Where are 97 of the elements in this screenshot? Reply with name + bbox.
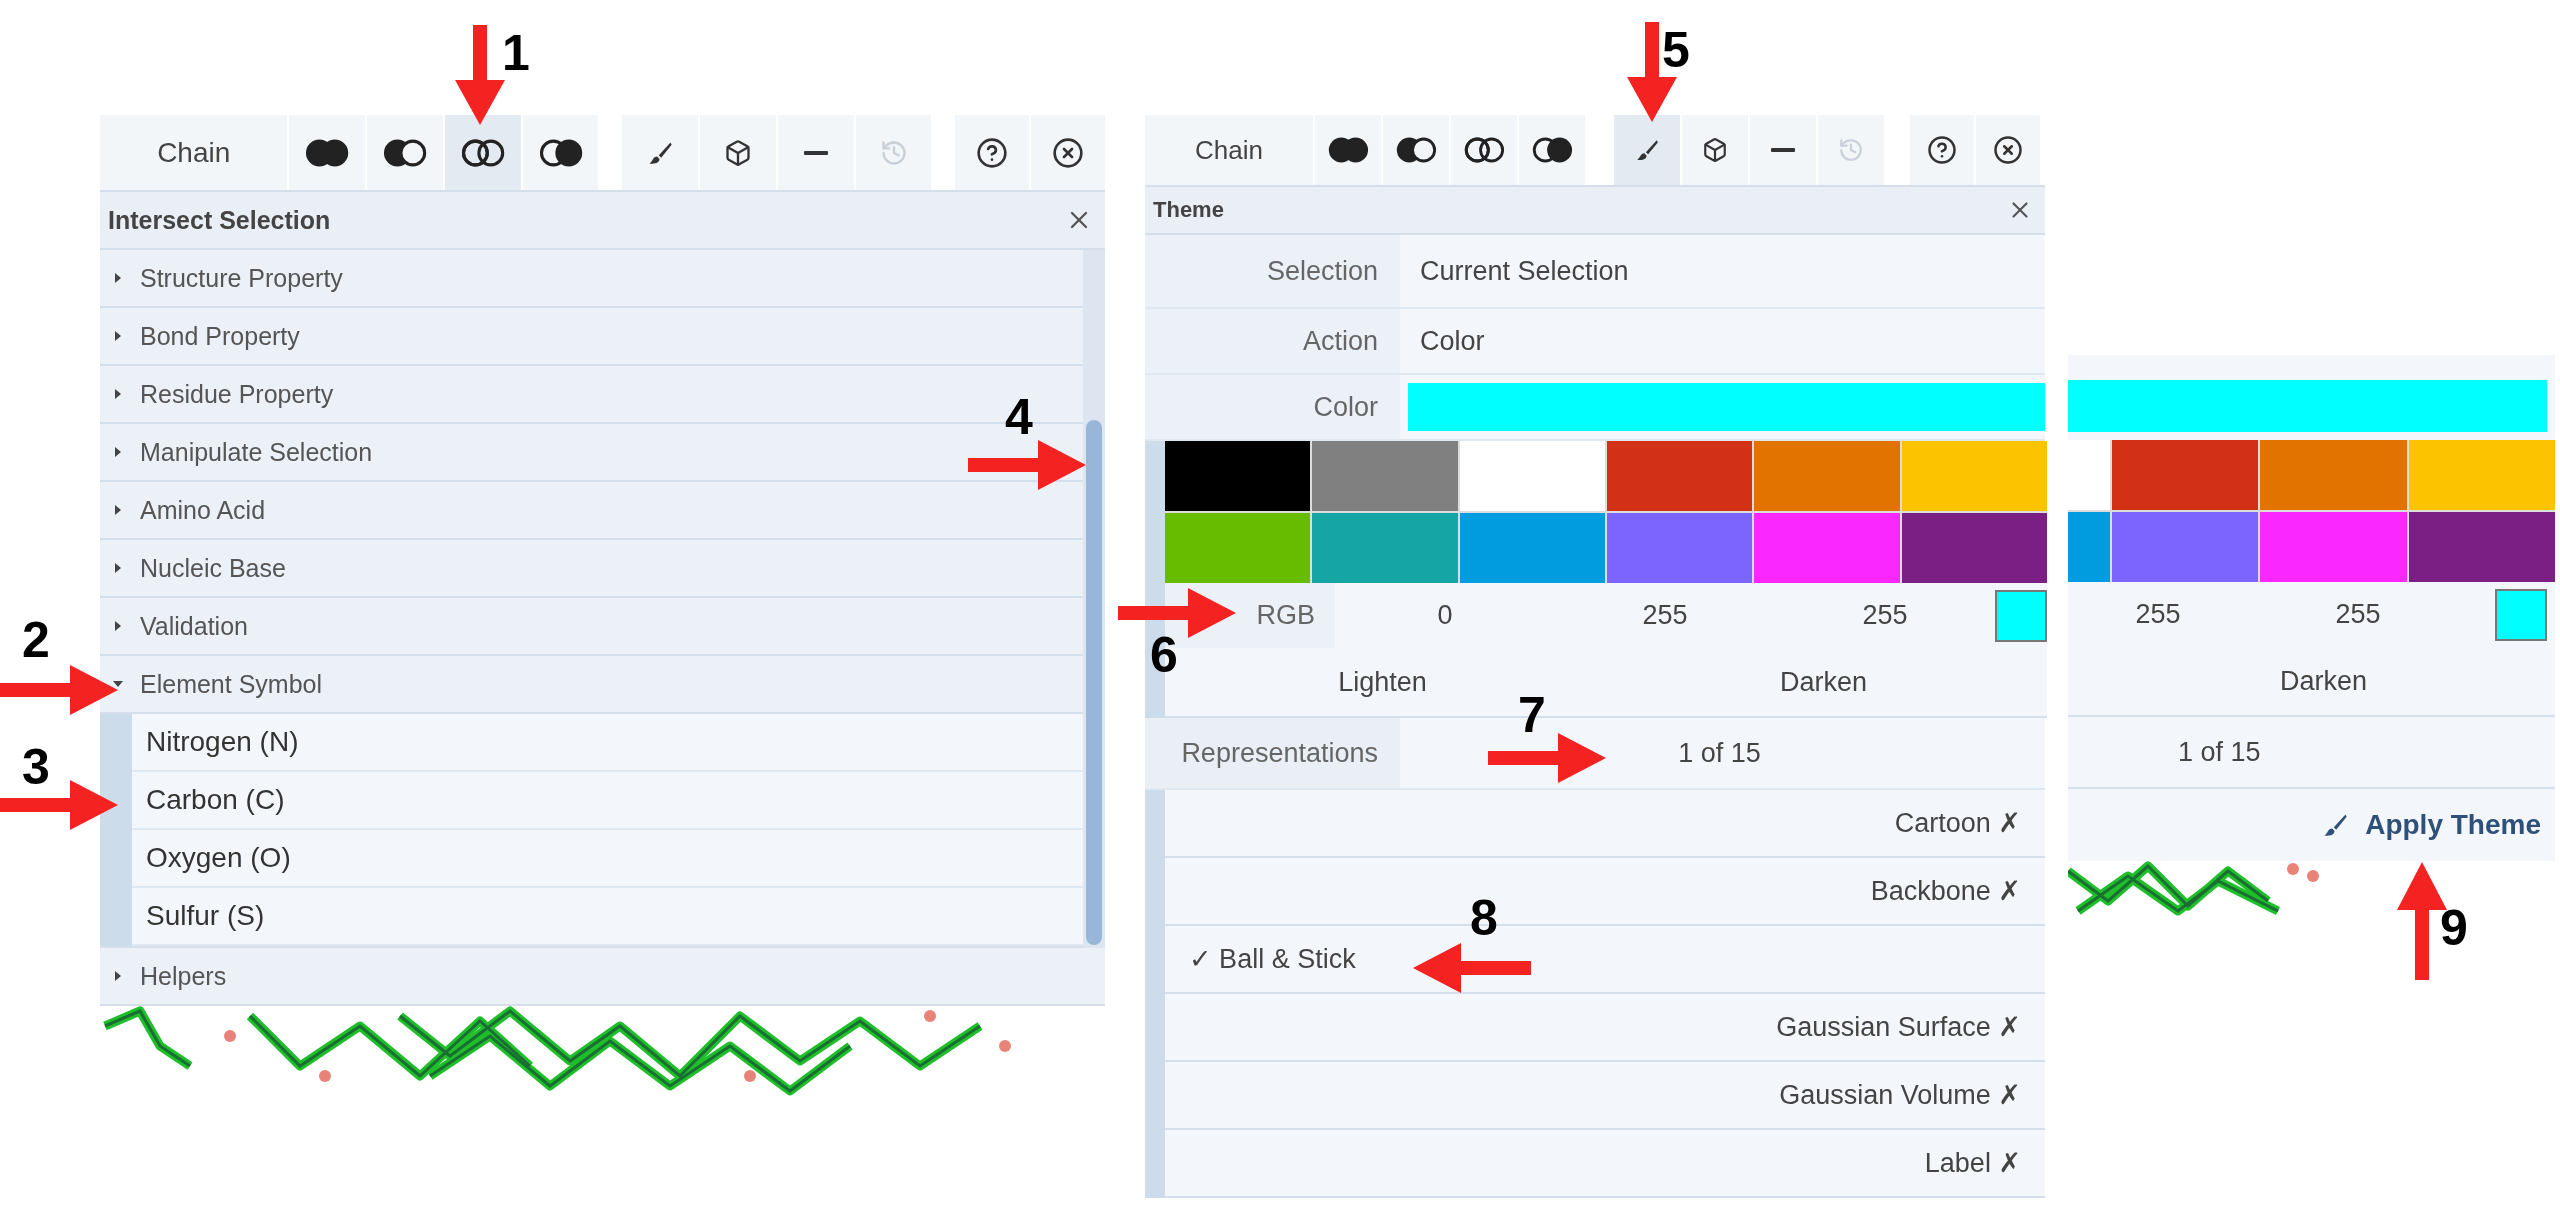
color-swatch[interactable] (1312, 513, 1458, 583)
color-swatch[interactable] (1312, 441, 1458, 511)
element-option[interactable]: Carbon (C) (132, 772, 1083, 830)
color-swatch[interactable] (1165, 441, 1311, 511)
minus-icon (1771, 148, 1795, 152)
field-label: Selection (1145, 235, 1400, 307)
field-label: Representations (1145, 718, 1400, 788)
element-option[interactable]: Oxygen (O) (132, 830, 1083, 888)
category-toggle[interactable]: Bond Property (112, 317, 300, 355)
color-swatch[interactable] (1901, 513, 2047, 583)
selection-mode-button[interactable] (1383, 115, 1449, 185)
history-icon (1838, 137, 1864, 163)
help-icon (1927, 135, 1957, 165)
color-swatch[interactable] (1165, 513, 1311, 583)
color-swatch[interactable] (2068, 512, 2110, 582)
color-swatch[interactable] (1754, 513, 1900, 583)
toolbar-button[interactable] (955, 115, 1030, 190)
callout-number: 1 (502, 28, 530, 78)
color-swatch[interactable] (2068, 440, 2110, 510)
category-toggle[interactable]: Helpers (112, 957, 227, 995)
color-swatch[interactable] (1459, 513, 1605, 583)
overlapping-circles-icon (1530, 137, 1574, 163)
history-icon (879, 138, 908, 167)
rgb-value-field[interactable]: 255 (1555, 583, 1775, 648)
field-label: Action (1145, 309, 1400, 373)
selection-mode-button[interactable] (1451, 115, 1517, 185)
category-toggle[interactable]: Structure Property (112, 259, 343, 297)
color-swatch[interactable] (2260, 440, 2407, 510)
element-option[interactable]: Nitrogen (N) (132, 714, 1083, 772)
rgb-value-field[interactable]: 255 (1775, 583, 1995, 648)
category-toggle[interactable]: Element Symbol (112, 665, 323, 703)
overlapping-circles-icon (459, 138, 506, 167)
element-option[interactable]: Sulfur (S) (132, 888, 1083, 946)
callout-number: 9 (2440, 903, 2468, 953)
color-swatch[interactable] (1459, 441, 1605, 511)
panel-title: Theme (1153, 197, 1224, 223)
overlapping-circles-icon (381, 138, 429, 167)
category-toggle[interactable]: Validation (112, 607, 248, 645)
toolbar-button[interactable] (700, 115, 776, 190)
representation-option[interactable]: Cartoon ✗ (1894, 803, 2021, 843)
close-icon (1993, 135, 2023, 165)
color-picker[interactable] (2068, 380, 2547, 432)
minus-icon (803, 150, 828, 155)
category-toggle[interactable]: Manipulate Selection (112, 433, 373, 471)
selection-mode-button[interactable] (289, 115, 366, 190)
category-toggle[interactable]: Amino Acid (112, 491, 266, 529)
close-icon (1052, 136, 1085, 169)
toolbar-button[interactable] (1750, 115, 1816, 185)
rgb-value-field[interactable]: 0 (1335, 583, 1555, 648)
callout-number: 2 (22, 615, 50, 665)
toolbar-label: Chain (100, 115, 288, 190)
toolbar-button[interactable] (1976, 115, 2040, 185)
selection-mode-button[interactable] (522, 115, 599, 190)
color-picker[interactable] (1408, 383, 2045, 431)
adjust-button[interactable]: Darken (1606, 648, 2047, 716)
toolbar-button[interactable] (1682, 115, 1748, 185)
toolbar-button[interactable] (1910, 115, 1974, 185)
selection-mode-button[interactable] (444, 115, 521, 190)
category-toggle[interactable]: Nucleic Base (112, 549, 286, 587)
selection-mode-button[interactable] (1315, 115, 1381, 185)
color-swatch[interactable] (2408, 440, 2555, 510)
color-swatch[interactable] (1754, 441, 1900, 511)
overlapping-circles-icon (304, 138, 351, 167)
overlapping-circles-icon (1394, 137, 1438, 163)
color-swatch[interactable] (2408, 512, 2555, 582)
representation-option[interactable]: Label ✗ (1924, 1143, 2021, 1183)
field-label: Color (1145, 375, 1400, 439)
scrollbar[interactable] (1083, 250, 1105, 948)
adjust-button[interactable]: Darken (2068, 647, 2555, 715)
help-icon (976, 136, 1009, 169)
panel-title: Intersect Selection (108, 205, 331, 235)
callout-number: 8 (1470, 893, 1498, 943)
callout-number: 4 (1005, 392, 1033, 442)
representation-option[interactable]: ✓ Ball & Stick (1189, 939, 1356, 979)
representation-option[interactable]: Backbone ✗ (1870, 871, 2021, 911)
representation-option[interactable]: Gaussian Volume ✗ (1779, 1075, 2021, 1115)
callout-number: 5 (1662, 25, 1690, 75)
category-toggle[interactable]: Residue Property (112, 375, 334, 413)
toolbar-label: Chain (1145, 115, 1313, 185)
color-swatch[interactable] (1901, 441, 2047, 511)
rgb-value-field[interactable]: 255 (2248, 582, 2468, 647)
color-swatch[interactable] (2112, 512, 2259, 582)
selection-mode-button[interactable] (1519, 115, 1585, 185)
selection-mode-button[interactable] (367, 115, 443, 190)
overlapping-circles-icon (537, 138, 584, 167)
representation-option[interactable]: Gaussian Surface ✗ (1776, 1007, 2021, 1047)
color-swatch[interactable] (1607, 513, 1753, 583)
color-swatch[interactable] (1607, 441, 1753, 511)
rgb-value-field[interactable]: 255 (2068, 582, 2248, 647)
overlapping-circles-icon (1462, 137, 1506, 163)
color-swatch[interactable] (2260, 512, 2407, 582)
color-swatch[interactable] (2112, 440, 2259, 510)
toolbar-button[interactable] (1031, 115, 1105, 190)
cube-icon (724, 138, 753, 167)
overlapping-circles-icon (1326, 137, 1370, 163)
cube-icon (1702, 137, 1728, 163)
callout-number: 3 (22, 742, 50, 792)
